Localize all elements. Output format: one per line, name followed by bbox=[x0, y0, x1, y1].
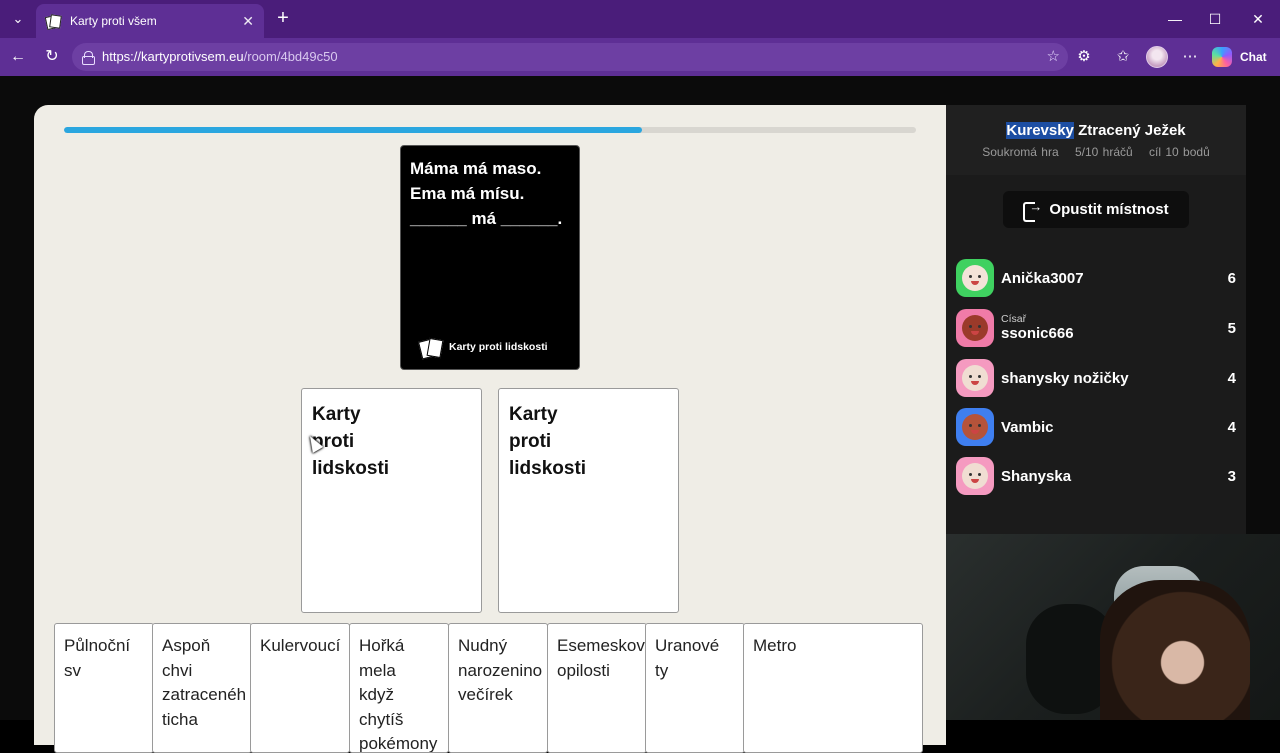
player-name: ssonic666 bbox=[1001, 325, 1074, 342]
avatar-face-icon bbox=[962, 265, 988, 291]
profile-avatar[interactable] bbox=[1146, 46, 1168, 68]
player-name: shanysky nožičky bbox=[1001, 369, 1129, 387]
room-sidebar: Kurevsky Ztracený Ježek Soukromá hra 5/1… bbox=[946, 105, 1246, 535]
card-brand-label: Karty proti lidskosti bbox=[449, 341, 548, 353]
leave-room-label: Opustit místnost bbox=[1049, 201, 1169, 218]
hand-card[interactable]: Metro bbox=[743, 623, 923, 753]
address-bar: ← ↻ https://kartyprotivsem.eu/room/4bd49… bbox=[0, 38, 1280, 76]
player-score: 4 bbox=[1227, 418, 1236, 436]
cards-favicon-icon bbox=[46, 15, 60, 27]
avatar-face-icon bbox=[962, 463, 988, 489]
more-icon[interactable]: ⋯ bbox=[1179, 46, 1201, 68]
window-close-icon[interactable]: ✕ bbox=[1247, 8, 1269, 30]
chat-label: Chat bbox=[1240, 50, 1267, 64]
copilot-chat-button[interactable]: Chat bbox=[1212, 44, 1267, 70]
player-avatar bbox=[956, 259, 994, 297]
puzzle-icon[interactable]: ⚙ bbox=[1073, 46, 1095, 68]
hand-card[interactable]: Nudný narozenino večírek bbox=[448, 623, 548, 753]
room-header: Kurevsky Ztracený Ježek Soukromá hra 5/1… bbox=[946, 105, 1246, 175]
player-row: Shanyska 3 bbox=[956, 456, 1236, 496]
favorites-icon[interactable]: ✩ bbox=[1112, 46, 1134, 68]
lock-icon[interactable] bbox=[82, 51, 95, 65]
cards-logo-icon bbox=[419, 338, 443, 358]
avatar-face-icon bbox=[962, 414, 988, 440]
black-card-text: Máma má maso. Ema má mísu. ______ má ___… bbox=[410, 159, 563, 228]
star-icon[interactable]: ☆ bbox=[1047, 43, 1060, 71]
webcam-person bbox=[1100, 580, 1250, 720]
player-hand: Půlnoční sv Aspoň chvi zatracenéh ticha … bbox=[54, 623, 924, 753]
game-area: Máma má maso. Ema má mísu. ______ má ___… bbox=[34, 105, 946, 753]
chevron-down-icon[interactable]: ⌄ bbox=[6, 7, 30, 31]
player-name: Shanyska bbox=[1001, 467, 1072, 485]
black-card: Máma má maso. Ema má mísu. ______ má ___… bbox=[400, 145, 580, 370]
player-avatar bbox=[956, 457, 994, 495]
hand-card[interactable]: Půlnoční sv bbox=[54, 623, 154, 753]
player-row: Císař ssonic666 5 bbox=[956, 308, 1236, 348]
round-progress-fill bbox=[64, 127, 642, 133]
browser-tab-bar: ⌄ Karty proti všem ✕ + — ☐ ✕ bbox=[0, 0, 1280, 38]
played-card-text: Karty proti lidskosti bbox=[509, 404, 587, 479]
maximize-icon[interactable]: ☐ bbox=[1204, 8, 1226, 30]
url-host: https://kartyprotivsem.eu bbox=[102, 49, 244, 64]
room-name-highlight: Kurevsky bbox=[1006, 122, 1074, 139]
minimize-icon[interactable]: — bbox=[1164, 8, 1186, 30]
room-type: Soukromá hra bbox=[982, 145, 1059, 159]
leave-room-button[interactable]: Opustit místnost bbox=[1003, 191, 1189, 228]
player-avatar bbox=[956, 359, 994, 397]
played-white-card[interactable]: Karty proti lidskosti bbox=[498, 388, 679, 613]
played-white-card[interactable]: Karty proti lidskosti bbox=[301, 388, 482, 613]
round-progress-bar bbox=[64, 127, 916, 133]
player-name: Vambic bbox=[1001, 418, 1054, 436]
avatar-face-icon bbox=[962, 315, 988, 341]
hand-card[interactable]: Hořká mela když chytíš pokémony bbox=[349, 623, 449, 753]
room-name-rest: Ztracený Ježek bbox=[1073, 122, 1186, 139]
player-row: Anička3007 6 bbox=[956, 258, 1236, 298]
player-score: 3 bbox=[1227, 467, 1236, 485]
player-avatar bbox=[956, 309, 994, 347]
copilot-icon bbox=[1212, 47, 1232, 67]
hand-card[interactable]: Uranové ty bbox=[645, 623, 745, 753]
player-score: 6 bbox=[1227, 269, 1236, 287]
reload-icon[interactable]: ↻ bbox=[41, 46, 63, 68]
players-count: 5/10 hráčů bbox=[1074, 145, 1133, 159]
browser-tab[interactable]: Karty proti všem ✕ bbox=[36, 4, 264, 38]
player-row: shanysky nožičky 4 bbox=[956, 358, 1236, 398]
player-avatar bbox=[956, 408, 994, 446]
hand-card[interactable]: Kulervoucí bbox=[250, 623, 350, 753]
avatar-face-icon bbox=[962, 365, 988, 391]
player-row: Vambic 4 bbox=[956, 407, 1236, 447]
player-name: Anička3007 bbox=[1001, 269, 1084, 287]
url-input[interactable]: https://kartyprotivsem.eu/room/4bd49c50 … bbox=[72, 43, 1068, 71]
exit-icon bbox=[1023, 199, 1042, 222]
arrow-left-icon[interactable]: ← bbox=[7, 46, 29, 68]
hand-card[interactable]: Aspoň chvi zatracenéh ticha bbox=[152, 623, 252, 753]
player-role: Císař bbox=[1001, 313, 1027, 325]
player-score: 5 bbox=[1227, 319, 1236, 337]
new-tab-button[interactable]: + bbox=[272, 8, 294, 30]
hand-card[interactable]: Esemeskov opilosti bbox=[547, 623, 647, 753]
webcam-overlay bbox=[946, 534, 1280, 720]
card-brand: Karty proti lidskosti bbox=[419, 335, 548, 360]
player-score: 4 bbox=[1227, 369, 1236, 387]
close-icon[interactable]: ✕ bbox=[242, 13, 254, 30]
room-meta: Soukromá hra 5/10 hráčů cíl 10 bodů bbox=[946, 145, 1246, 159]
played-card-text: Karty proti lidskosti bbox=[312, 404, 390, 479]
tab-title: Karty proti všem bbox=[70, 14, 157, 28]
url-path: /room/4bd49c50 bbox=[243, 49, 338, 64]
room-name: Kurevsky Ztracený Ježek bbox=[946, 122, 1246, 139]
room-goal: cíl 10 bodů bbox=[1149, 145, 1210, 159]
